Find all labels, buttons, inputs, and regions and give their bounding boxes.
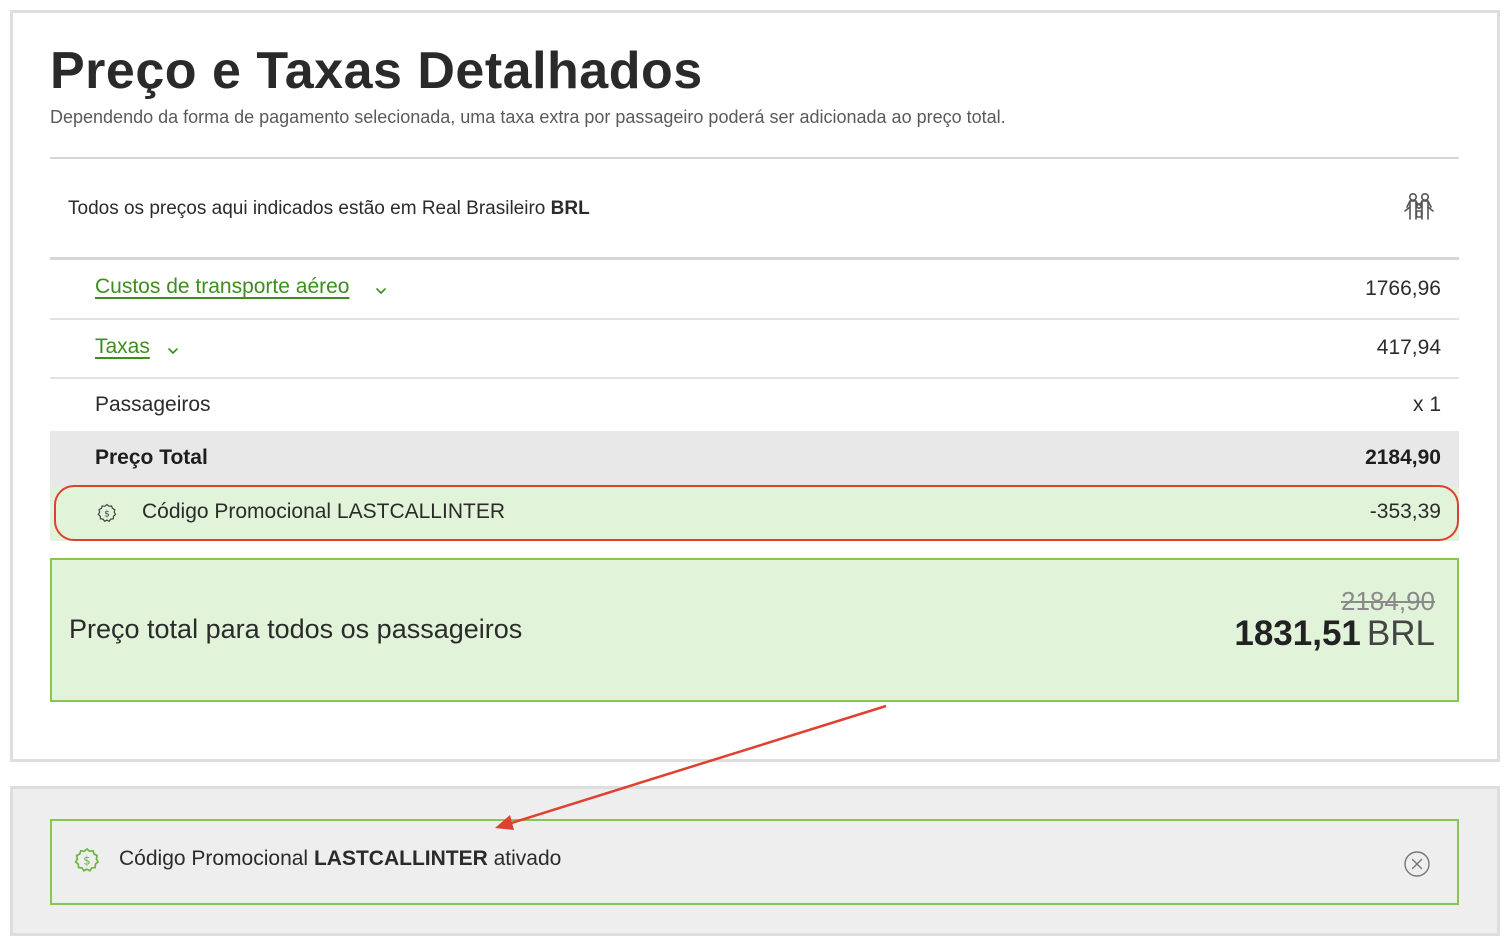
promo-code-value: -353,39	[1369, 500, 1441, 523]
notice-prefix: Código Promocional	[119, 847, 309, 870]
promo-badge-icon: $	[97, 503, 117, 523]
currency-note: Todos os preços aqui indicados estão em …	[68, 198, 590, 220]
promo-badge-icon: $	[74, 847, 100, 872]
passengers-value: x 1	[1412, 393, 1441, 416]
discounted-currency: BRL	[1366, 614, 1435, 653]
taxes-value: 417,94	[1376, 336, 1441, 359]
currency-note-text: Todos os preços aqui indicados estão em …	[68, 198, 546, 219]
price-details-panel: Preço e Taxas Detalhados Dependendo da f…	[10, 10, 1500, 762]
taxes-row: Taxas 417,94	[50, 320, 1459, 379]
original-price: 2184,90	[1341, 586, 1435, 616]
total-price-row: Preço Total 2184,90	[50, 431, 1459, 487]
grand-total-box: Preço total para todos os passageiros 21…	[50, 558, 1459, 702]
close-icon[interactable]	[1403, 850, 1431, 878]
chevron-down-icon[interactable]	[374, 284, 388, 298]
air-transport-value: 1766,96	[1365, 277, 1441, 300]
svg-text:$: $	[104, 510, 110, 520]
air-transport-row: Custos de transporte aéreo 1766,96	[50, 260, 1459, 320]
discounted-price: 1831,51 BRL	[1234, 614, 1435, 654]
notice-suffix: ativado	[493, 847, 562, 870]
svg-text:$: $	[83, 854, 90, 868]
passengers-label: Passageiros	[95, 393, 211, 416]
taxes-toggle[interactable]: Taxas	[95, 335, 150, 359]
air-transport-toggle[interactable]: Custos de transporte aéreo	[95, 275, 349, 299]
promo-code-row: $ Código Promocional LASTCALLINTER -353,…	[50, 487, 1459, 541]
promo-activated-text: Código Promocional LASTCALLINTER ativado	[119, 847, 561, 871]
chevron-down-icon[interactable]	[166, 344, 180, 358]
discounted-amount: 1831,51	[1234, 614, 1361, 653]
total-price-value: 2184,90	[1365, 446, 1441, 469]
page-title: Preço e Taxas Detalhados	[50, 42, 703, 100]
page-subtitle: Dependendo da forma de pagamento selecio…	[50, 107, 1006, 127]
total-price-label: Preço Total	[95, 446, 208, 469]
promo-activated-notice: $ Código Promocional LASTCALLINTER ativa…	[50, 819, 1459, 905]
family-icon	[1404, 193, 1434, 220]
promo-code-label: Código Promocional LASTCALLINTER	[142, 500, 505, 523]
passengers-row: Passageiros x 1	[50, 379, 1459, 431]
promo-notice-panel: $ Código Promocional LASTCALLINTER ativa…	[10, 786, 1500, 936]
currency-note-row: Todos os preços aqui indicados estão em …	[50, 159, 1459, 259]
grand-total-label: Preço total para todos os passageiros	[69, 614, 523, 644]
notice-code: LASTCALLINTER	[313, 847, 488, 870]
currency-code: BRL	[550, 198, 590, 219]
